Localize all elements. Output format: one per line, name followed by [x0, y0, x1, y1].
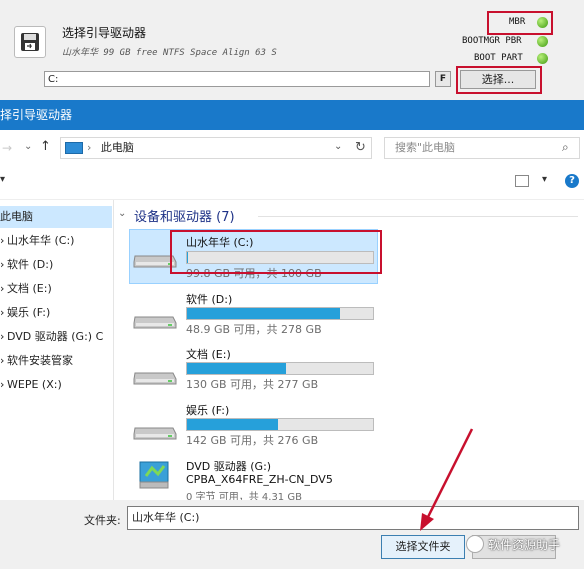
nav-label: 娱乐 (F:): [7, 306, 51, 319]
drive-usage-bar: [186, 362, 374, 375]
nav-item-wepe-x[interactable]: › WEPE (X:): [0, 374, 112, 396]
breadcrumb: 此电脑: [100, 141, 134, 154]
address-bar[interactable]: › 此电脑: [60, 137, 372, 159]
hard-drive-icon: [133, 427, 177, 440]
drive-usage-bar: [186, 418, 374, 431]
dvd-volume-label: CPBA_X64FRE_ZH-CN_DV5: [186, 473, 333, 486]
nav-item-drive-d[interactable]: › 软件 (D:): [0, 254, 112, 276]
boot-part-status-led[interactable]: [537, 53, 548, 64]
watermark-text: 软件资源助手: [488, 538, 561, 552]
nav-label: 软件安装管家: [7, 354, 73, 367]
recent-dropdown-icon[interactable]: ⌄: [24, 141, 32, 152]
nav-label: DVD 驱动器 (G:) C: [7, 330, 104, 343]
nav-item-software-manager[interactable]: › 软件安装管家: [0, 350, 112, 372]
bootmgr-pbr-option: BOOTMGR PBR: [462, 36, 522, 46]
drive-usage-fill: [187, 363, 286, 374]
nav-label: WEPE (X:): [7, 378, 62, 391]
boot-drive-subtitle: 山水年华 99 GB free NTFS Space Align 63 S: [62, 48, 277, 58]
chevron-right-icon: ›: [0, 282, 5, 295]
nav-label: 软件 (D:): [7, 258, 54, 271]
section-divider: [258, 216, 578, 217]
nav-item-drive-c[interactable]: › 山水年华 (C:): [0, 230, 112, 252]
drive-usage-fill: [187, 308, 340, 319]
drive-capacity: 130 GB 可用，共 277 GB: [186, 378, 319, 391]
select-folder-button[interactable]: 选择文件夹: [381, 535, 465, 559]
dvd-drive-icon: [139, 461, 169, 489]
navigation-pane: 此电脑 › 山水年华 (C:) › 软件 (D:) › 文档 (E:) › 娱乐 (F:…: [0, 200, 112, 500]
command-bar: [0, 165, 584, 200]
choose-highlight-box: [456, 66, 542, 94]
help-icon[interactable]: ?: [565, 174, 579, 188]
chevron-right-icon: ›: [0, 354, 5, 367]
section-collapse-icon[interactable]: ⌄: [118, 208, 126, 219]
drive-c-highlight-box: [170, 230, 382, 274]
wechat-logo-icon: [466, 535, 484, 553]
up-arrow-icon[interactable]: ↑: [40, 139, 51, 154]
refresh-icon[interactable]: ↻: [355, 140, 366, 155]
chevron-right-icon: ›: [0, 306, 5, 319]
drive-capacity: 48.9 GB 可用，共 278 GB: [186, 323, 322, 336]
drive-usage-fill: [187, 419, 279, 430]
nav-item-this-pc[interactable]: 此电脑: [0, 206, 112, 228]
drive-capacity: 142 GB 可用，共 276 GB: [186, 434, 319, 447]
chevron-right-icon: ›: [0, 234, 5, 247]
hard-drive-icon: [133, 372, 177, 385]
folder-label: 文件夹:: [84, 514, 121, 527]
floppy-drive-icon: [14, 26, 46, 58]
folder-name-input[interactable]: 山水年华 (C:): [127, 506, 579, 530]
chevron-right-icon: ›: [0, 378, 5, 391]
mbr-highlight-box: [487, 11, 553, 35]
view-icon[interactable]: [515, 175, 529, 187]
nav-item-drive-f[interactable]: › 娱乐 (F:): [0, 302, 112, 324]
nav-label: 山水年华 (C:): [7, 234, 75, 247]
nav-item-drive-e[interactable]: › 文档 (E:): [0, 278, 112, 300]
dialog-title: 择引导驱动器: [0, 108, 73, 122]
dialog-titlebar: 择引导驱动器: [0, 100, 584, 130]
drive-name: 文档 (E:): [186, 348, 231, 361]
drive-usage-bar: [186, 307, 374, 320]
nav-label: 此电脑: [0, 210, 33, 223]
boot-part-option: BOOT PART: [474, 53, 523, 63]
view-dropdown-icon[interactable]: ▾: [542, 174, 547, 185]
search-input[interactable]: 搜索"此电脑: [384, 137, 580, 159]
organize-dropdown-icon[interactable]: ▾: [0, 174, 5, 185]
forward-arrow-icon[interactable]: →: [2, 141, 12, 155]
dvd-name: DVD 驱动器 (G:): [186, 460, 272, 473]
hard-drive-icon: [133, 316, 177, 329]
nav-divider: [113, 200, 114, 500]
drive-name: 软件 (D:): [186, 293, 233, 306]
search-icon: ⌕: [562, 140, 569, 154]
chevron-right-icon: ›: [0, 330, 5, 343]
nav-item-dvd-g[interactable]: › DVD 驱动器 (G:) C: [0, 326, 112, 348]
drive-name: 娱乐 (F:): [186, 404, 230, 417]
annotation-arrow-icon: [420, 428, 474, 531]
nav-label: 文档 (E:): [7, 282, 52, 295]
chevron-right-icon: ›: [0, 258, 5, 271]
drive-path-input[interactable]: C:: [44, 71, 430, 87]
breadcrumb-chevron-icon: ›: [87, 141, 92, 154]
f-button[interactable]: F: [435, 71, 451, 87]
bootmgr-status-led[interactable]: [537, 36, 548, 47]
section-title: 设备和驱动器 (7): [134, 210, 235, 225]
computer-icon: [65, 142, 83, 154]
boot-drive-title: 选择引导驱动器: [62, 26, 147, 40]
address-dropdown-icon[interactable]: ⌄: [334, 141, 342, 152]
